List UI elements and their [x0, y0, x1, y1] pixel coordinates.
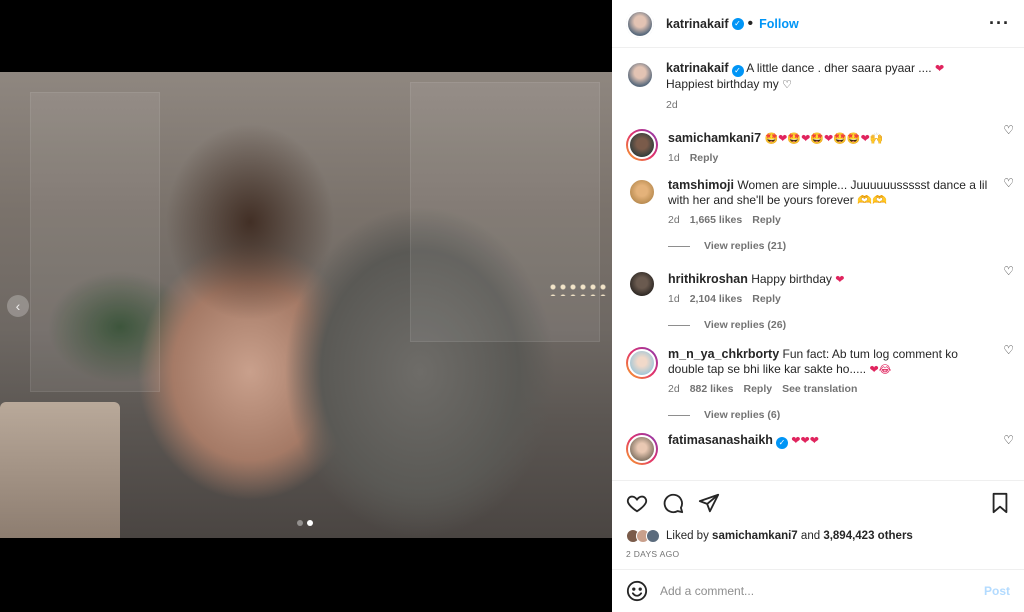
likes-count[interactable]: 3,894,423 others — [823, 530, 913, 542]
liked-by-prefix: Liked by — [666, 530, 709, 542]
comment-time: 2d — [668, 383, 680, 395]
verified-badge-icon: ✓ — [731, 65, 744, 77]
caption-heart-emoji: ❤ — [934, 62, 945, 75]
comment-like-heart-icon[interactable]: ♡ — [1003, 433, 1014, 447]
share-icon[interactable] — [698, 492, 720, 514]
commenter-avatar[interactable] — [626, 347, 658, 379]
post-sidebar: katrinakaif ✓ • Follow ··· katrinakaif ✓ … — [612, 0, 1024, 612]
view-replies-button[interactable]: View replies (6) — [668, 409, 988, 421]
commenter-avatar[interactable] — [626, 433, 658, 465]
commenter-avatar[interactable] — [626, 129, 658, 161]
carousel-prev-button[interactable]: ‹ — [7, 295, 29, 317]
see-translation-button[interactable]: See translation — [782, 383, 857, 395]
commenter-username[interactable]: fatimasanashaikh — [668, 433, 773, 447]
add-comment-bar: Post — [612, 569, 1024, 612]
comment-emoji: ❤❤❤ — [791, 434, 819, 447]
comment-text: Happy birthday — [751, 272, 832, 286]
carousel-dot-active — [307, 520, 313, 526]
caption-heart-outline-emoji: ♡ — [782, 78, 792, 91]
caption-username[interactable]: katrinakaif — [666, 61, 729, 75]
commenter-username[interactable]: hrithikroshan — [668, 272, 748, 286]
comment-input[interactable] — [660, 584, 984, 598]
reply-button[interactable]: Reply — [690, 152, 719, 164]
comment-icon[interactable] — [662, 492, 684, 514]
save-bookmark-icon[interactable] — [990, 492, 1010, 514]
reply-button[interactable]: Reply — [743, 383, 772, 395]
comment-emoji: ❤😂 — [869, 363, 892, 376]
commenter-avatar[interactable] — [628, 270, 656, 298]
verified-badge-icon: ✓ — [775, 437, 788, 449]
view-replies-label: View replies (26) — [704, 319, 787, 331]
view-replies-button[interactable]: View replies (26) — [668, 319, 988, 331]
comment-likes-count[interactable]: 882 likes — [690, 383, 734, 395]
liked-by-user[interactable]: samichamkani7 — [712, 530, 798, 542]
commenter-username[interactable]: m_n_ya_chkrborty — [668, 347, 779, 361]
comment-item: m_n_ya_chkrborty Fun fact: Ab tum log co… — [612, 331, 1024, 421]
comment-like-heart-icon[interactable]: ♡ — [1003, 264, 1014, 278]
post-media: ‹ — [0, 0, 612, 612]
comment-text: 🤩❤🤩❤🤩❤🤩🤩❤🙌 — [764, 132, 884, 145]
post-button[interactable]: Post — [984, 584, 1010, 598]
comment-time: 1d — [668, 293, 680, 305]
view-replies-label: View replies (21) — [704, 240, 787, 252]
author-username[interactable]: katrinakaif — [666, 17, 729, 31]
comment-item: hrithikroshan Happy birthday ❤ 1d 2,104 … — [612, 252, 1024, 331]
verified-badge-icon: ✓ — [731, 17, 744, 30]
comment-item: tamshimoji Women are simple... Juuuuuuss… — [612, 164, 1024, 252]
comment-like-heart-icon[interactable]: ♡ — [1003, 123, 1014, 137]
post-photo[interactable] — [0, 72, 612, 538]
sofa — [0, 402, 120, 538]
emoji-icon[interactable] — [626, 580, 648, 602]
author-avatar[interactable] — [626, 61, 654, 89]
comment-item: fatimasanashaikh ✓ ❤❤❤ ♡ — [612, 421, 1024, 465]
separator-dot: • — [747, 14, 754, 32]
comment-heart-emoji: ❤ — [835, 273, 845, 286]
comment-time: 2d — [668, 214, 680, 226]
window-pane — [410, 82, 600, 342]
author-avatar[interactable] — [626, 9, 654, 38]
follow-button[interactable]: Follow — [759, 17, 799, 31]
liker-avatars — [626, 529, 660, 543]
comment-like-heart-icon[interactable]: ♡ — [1003, 343, 1014, 357]
caption: katrinakaif ✓ A little dance . dher saara… — [612, 49, 1024, 111]
like-heart-icon[interactable] — [626, 492, 648, 514]
comment-likes-count[interactable]: 1,665 likes — [690, 214, 743, 226]
commenter-avatar[interactable] — [628, 178, 656, 206]
comment-likes-count[interactable]: 2,104 likes — [690, 293, 743, 305]
more-horizontal-icon[interactable]: ··· — [989, 13, 1010, 34]
window-pane — [30, 92, 160, 392]
liked-by-middle: and — [800, 530, 821, 542]
view-replies-label: View replies (6) — [704, 409, 781, 421]
caption-line2: Happiest birthday my — [666, 77, 779, 91]
post-actions: Liked by samichamkani7 and 3,894,423 oth… — [612, 480, 1024, 559]
comment-item: samichamkani7 🤩❤🤩❤🤩❤🤩🤩❤🙌 1d Reply ♡ — [612, 111, 1024, 164]
carousel-dot — [297, 520, 303, 526]
comment-like-heart-icon[interactable]: ♡ — [1003, 176, 1014, 190]
caption-time: 2d — [666, 99, 678, 111]
post-header: katrinakaif ✓ • Follow ··· — [612, 0, 1024, 48]
post-time: 2 DAYS AGO — [626, 549, 680, 559]
reply-button[interactable]: Reply — [752, 214, 781, 226]
carousel-dots — [297, 520, 313, 526]
comments-list[interactable]: katrinakaif ✓ A little dance . dher saara… — [612, 49, 1024, 480]
view-replies-button[interactable]: View replies (21) — [668, 240, 988, 252]
likes-summary: Liked by samichamkani7 and 3,894,423 oth… — [626, 529, 1010, 543]
ceiling-lights — [548, 282, 608, 296]
commenter-username[interactable]: tamshimoji — [668, 178, 734, 192]
caption-text: A little dance . dher saara pyaar .... — [746, 61, 932, 75]
commenter-username[interactable]: samichamkani7 — [668, 131, 761, 145]
comment-time: 1d — [668, 152, 680, 164]
reply-button[interactable]: Reply — [752, 293, 781, 305]
